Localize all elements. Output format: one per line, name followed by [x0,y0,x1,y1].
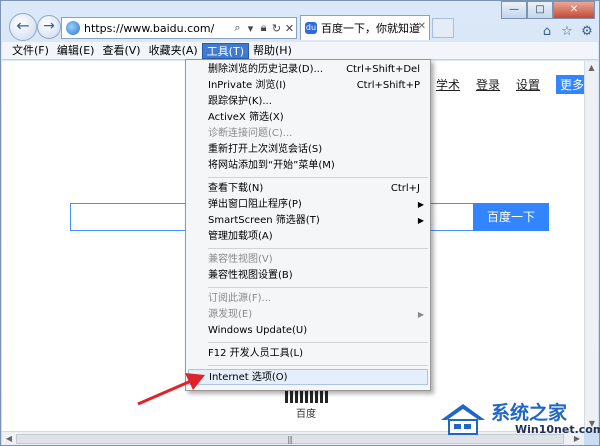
favorites-star-icon[interactable]: ☆ [559,24,575,40]
back-arrow-icon: ← [16,16,30,35]
qr-label: 百度 [296,409,316,420]
lock-icon[interactable]: 🔒︎ [257,21,270,35]
stop-icon[interactable]: ✕ [283,22,296,35]
address-bar[interactable]: https://www.baidu.com/ ⌕ ▾ 🔒︎ ↻ ✕ [61,17,297,39]
menu-separator [208,177,428,178]
menu-edit[interactable]: 编辑(E) [53,43,99,59]
menu-compat-view: 兼容性视图(V) [208,254,273,265]
browser-window: ← → https://www.baidu.com/ ⌕ ▾ 🔒︎ ↻ ✕ du… [0,0,600,446]
menu-add-to-start[interactable]: 将网站添加到“开始”菜单(M) [186,158,430,174]
watermark-subtitle: Win10net.com [515,423,600,436]
menu-file[interactable]: 文件(F) [8,43,53,59]
menu-help[interactable]: 帮助(H) [249,43,296,59]
menu-tracking-protection[interactable]: 跟踪保护(K)... [186,94,430,110]
search-icon[interactable]: ⌕ [231,21,244,35]
menu-internet-options[interactable]: Internet 选项(O) [188,369,428,385]
scroll-left-icon[interactable]: ◀ [2,432,16,446]
menu-manage-addons[interactable]: 管理加载项(A) [186,229,430,245]
minimize-button[interactable]: — [501,1,527,19]
dropdown-icon[interactable]: ▾ [244,22,257,35]
menu-reopen-session[interactable]: 重新打开上次浏览会话(S) [186,142,430,158]
title-bar: ← → https://www.baidu.com/ ⌕ ▾ 🔒︎ ↻ ✕ du… [1,1,600,41]
menu-windows-update[interactable]: Windows Update(U) [186,323,430,339]
address-url[interactable]: https://www.baidu.com/ [84,22,231,35]
menu-delete-history[interactable]: 删除浏览的历史记录(D)... Ctrl+Shift+Del [186,62,430,78]
menu-activex-filter[interactable]: ActiveX 筛选(X) [186,110,430,126]
toolbar-icons: ⌂ ☆ ⚙ [539,24,595,40]
tab-close-icon[interactable]: ✕ [418,21,426,32]
baidu-favicon-icon: du [305,22,317,34]
submenu-arrow-icon: ▶ [417,200,424,209]
menu-popup-blocker[interactable]: 弹出窗口阻止程序(P) ▶ [186,197,430,213]
tools-menu: 删除浏览的历史记录(D)... Ctrl+Shift+Del InPrivate … [185,59,431,391]
menu-diagnose-connection: 诊断连接问题(C)... [208,128,293,139]
menu-inprivate[interactable]: InPrivate 浏览(I) Ctrl+Shift+P [186,78,430,94]
more-products-button[interactable]: 更多产 [556,75,584,94]
menu-separator [208,287,428,288]
vertical-scrollbar[interactable]: ▲ ▼ [584,61,598,431]
menu-separator [208,342,428,343]
menu-smartscreen[interactable]: SmartScreen 筛选器(T) ▶ [186,213,430,229]
tab-title: 百度一下，你就知道 [321,22,420,35]
menu-view-downloads[interactable]: 查看下载(N) Ctrl+J [186,181,430,197]
forward-button[interactable]: → [37,15,61,39]
window-controls: — □ ✕ [501,1,595,19]
watermark: 系统之家 Win10net.com [437,396,600,440]
menu-f12-devtools[interactable]: F12 开发人员工具(L) [186,346,430,362]
house-logo-icon [441,404,485,435]
menu-separator [208,248,428,249]
gear-icon[interactable]: ⚙ [579,24,595,40]
home-icon[interactable]: ⌂ [539,24,555,40]
submenu-arrow-icon: ▶ [417,216,424,225]
maximize-button[interactable]: □ [527,1,553,19]
search-button[interactable]: 百度一下 [473,203,549,231]
grip-icon: ||| [287,435,293,444]
back-button[interactable]: ← [9,13,37,41]
link-settings[interactable]: 设置 [516,76,540,93]
menu-feed-discovery: 源发现(E) ▶ [186,307,430,323]
menu-favorites[interactable]: 收藏夹(A) [145,43,202,59]
menu-bar: 文件(F) 编辑(E) 查看(V) 收藏夹(A) 工具(T) 帮助(H) [2,42,598,60]
menu-view[interactable]: 查看(V) [98,43,144,59]
top-nav: 学术 登录 设置 更多产 [420,75,584,94]
submenu-arrow-icon: ▶ [417,310,424,319]
menu-tools[interactable]: 工具(T) [201,42,249,59]
scroll-up-icon[interactable]: ▲ [585,61,598,75]
menu-separator [208,365,428,366]
refresh-icon[interactable]: ↻ [270,22,283,35]
forward-arrow-icon: → [43,18,55,34]
new-tab-button[interactable] [432,18,454,38]
close-button[interactable]: ✕ [553,1,595,19]
globe-icon [66,21,80,35]
link-xueshu[interactable]: 学术 [436,76,460,93]
tab-baidu[interactable]: du 百度一下，你就知道 ✕ [300,15,430,40]
menu-subscribe-feed: 订阅此源(F)... [208,293,272,304]
watermark-title: 系统之家 [491,402,568,424]
menu-compat-view-settings[interactable]: 兼容性视图设置(B) [186,268,430,284]
link-login[interactable]: 登录 [476,76,500,93]
